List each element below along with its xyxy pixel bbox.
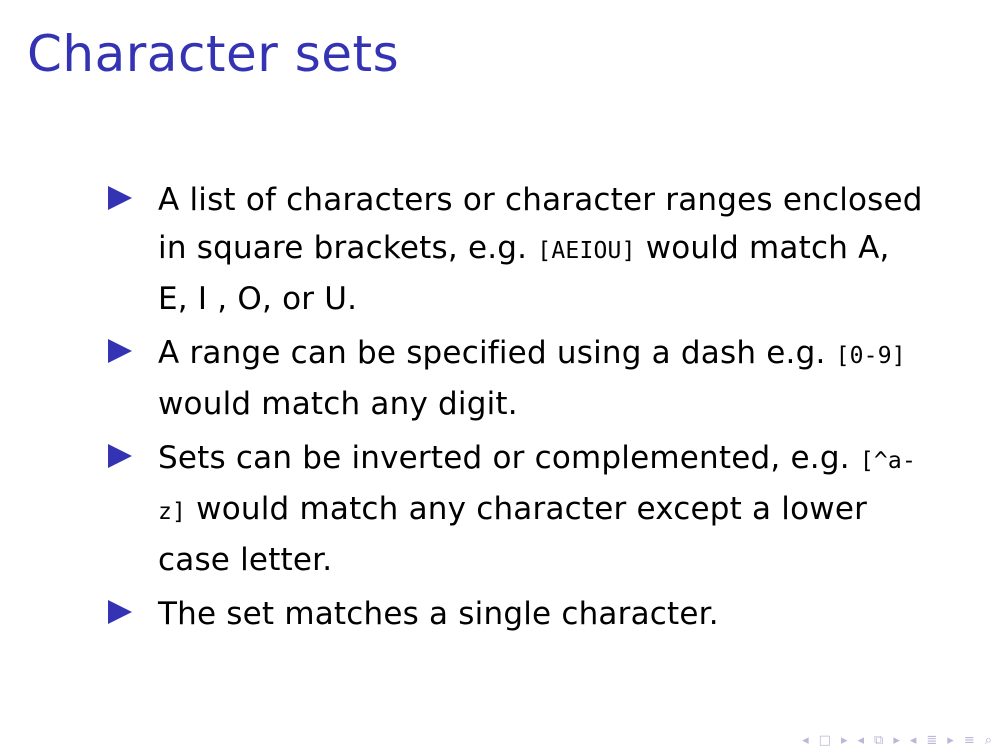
section-icon[interactable]: ≣ xyxy=(926,733,937,748)
bullet-text: would match any digit. xyxy=(158,386,518,422)
align-icon[interactable]: ≡ xyxy=(964,733,975,748)
bullet-item: A range can be specified using a dash e.… xyxy=(108,329,928,428)
frame-prev-icon[interactable]: ◂ xyxy=(802,733,809,748)
bullet-text: would match any character except a lower… xyxy=(158,491,868,578)
section-next-icon[interactable]: ▸ xyxy=(947,733,954,748)
triangle-bullet-icon xyxy=(108,600,132,624)
triangle-bullet-icon xyxy=(108,186,132,210)
beamer-navigation-bar: ◂ □ ▸ ◂ ⧉ ▸ ◂ ≣ ▸ ≡ ⌕ xyxy=(802,733,992,748)
bullet-item: The set matches a single character. xyxy=(108,590,928,638)
section-prev-icon[interactable]: ◂ xyxy=(910,733,917,748)
bullet-text: The set matches a single character. xyxy=(158,596,719,632)
triangle-bullet-icon xyxy=(108,339,132,363)
slide-title: Character sets xyxy=(27,25,400,83)
search-icon[interactable]: ⌕ xyxy=(985,733,992,748)
code-snippet: [0-9] xyxy=(835,343,906,369)
subsection-prev-icon[interactable]: ◂ xyxy=(857,733,864,748)
bullet-item: Sets can be inverted or complemented, e.… xyxy=(108,434,928,584)
bullet-list: A list of characters or character ranges… xyxy=(108,176,928,644)
code-snippet: [AEIOU] xyxy=(537,238,636,264)
subsection-next-icon[interactable]: ▸ xyxy=(893,733,900,748)
frame-icon[interactable]: □ xyxy=(819,733,831,748)
bullet-text: Sets can be inverted or complemented, e.… xyxy=(158,440,860,476)
bullet-item: A list of characters or character ranges… xyxy=(108,176,928,323)
subsection-icon[interactable]: ⧉ xyxy=(874,733,883,748)
triangle-bullet-icon xyxy=(108,444,132,468)
frame-next-icon[interactable]: ▸ xyxy=(841,733,848,748)
bullet-text: A range can be specified using a dash e.… xyxy=(158,335,836,371)
